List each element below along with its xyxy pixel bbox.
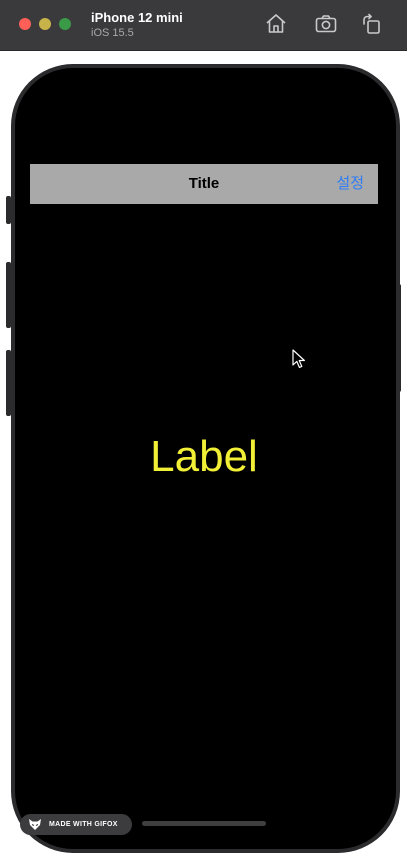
screenshot-icon[interactable] [314,12,338,36]
settings-button[interactable]: 설정 [336,164,364,204]
fox-logo-icon [28,818,42,831]
simulator-toolbar: iPhone 12 mini iOS 15.5 [0,0,407,51]
nav-title: Title [188,175,220,192]
navigation-bar: Title 설정 [30,164,378,204]
gifox-watermark: MADE WITH GIFOX [20,814,132,835]
main-label: Label [150,432,258,481]
os-version: iOS 15.5 [91,27,134,39]
device-name: iPhone 12 mini [91,10,183,25]
close-window-button[interactable] [19,18,31,30]
minimize-window-button[interactable] [39,18,51,30]
zoom-window-button[interactable] [59,18,71,30]
rotate-icon[interactable] [360,12,384,36]
home-indicator[interactable] [142,821,266,826]
watermark-text: MADE WITH GIFOX [49,821,118,828]
mouse-cursor-icon [292,349,306,369]
home-icon[interactable] [264,12,288,36]
